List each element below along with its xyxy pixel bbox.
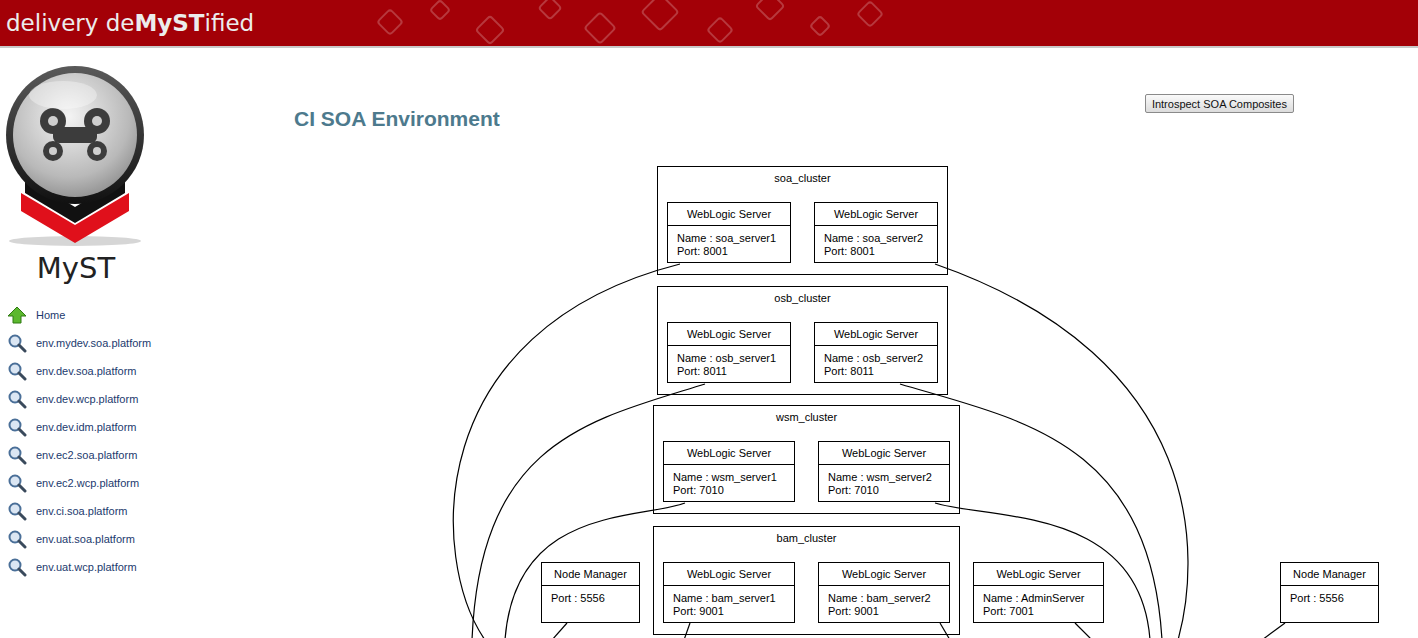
node-box: Node Manager Port : 5556 — [1280, 562, 1379, 623]
node-box: Node Manager Port : 5556 — [541, 562, 640, 623]
magnifier-icon — [7, 389, 27, 409]
sidebar-item[interactable]: env.dev.soa.platform — [0, 357, 280, 385]
cluster-name: osb_cluster — [667, 291, 938, 305]
myst-logo-icon — [3, 65, 149, 249]
sidebar-item[interactable]: env.dev.wcp.platform — [0, 385, 280, 413]
cluster: osb_cluster WebLogic Server Name : osb_ser… — [657, 286, 948, 395]
box-type: WebLogic Server — [819, 442, 949, 465]
cluster: soa_cluster WebLogic Server Name : soa_ser… — [657, 166, 948, 275]
page: delivery deMySTified MyST Homeenv.mydev.so… — [0, 0, 1418, 638]
box-line: Name : soa_server1 — [677, 232, 781, 245]
logo-label: MyST — [37, 251, 115, 285]
edge — [1262, 623, 1285, 638]
box-line: Port: 7001 — [983, 605, 1094, 618]
edge — [453, 264, 680, 638]
edge — [1075, 623, 1092, 638]
cluster-name: wsm_cluster — [663, 410, 950, 424]
diagram: soa_cluster WebLogic Server Name : soa_ser… — [280, 150, 1418, 638]
edge — [935, 503, 1150, 638]
server-box: WebLogic Server Name : wsm_server2Port: 7… — [818, 441, 950, 502]
sidebar-item[interactable]: env.ec2.wcp.platform — [0, 469, 280, 497]
brand: delivery deMySTified — [6, 10, 254, 36]
magnifier-icon — [7, 333, 27, 353]
sidebar-item[interactable]: Home — [0, 301, 280, 329]
box-type: WebLogic Server — [664, 563, 794, 586]
sidebar-nav: Homeenv.mydev.soa.platformenv.dev.soa.pl… — [0, 301, 280, 581]
box-type: WebLogic Server — [668, 203, 790, 226]
box-line: Name : wsm_server1 — [673, 471, 785, 484]
magnifier-icon — [7, 445, 27, 465]
main: CI SOA Environment Introspect SOA Composi… — [280, 48, 1418, 638]
box-line: Name : osb_server1 — [677, 352, 781, 365]
sidebar-item[interactable]: env.dev.idm.platform — [0, 413, 280, 441]
box-line: Port: 7010 — [673, 484, 785, 497]
server-box: WebLogic Server Name : soa_server2Port: 8… — [814, 202, 938, 263]
edge — [505, 503, 685, 638]
box-type: Node Manager — [542, 563, 639, 586]
cluster-name: soa_cluster — [667, 171, 938, 185]
box-line: Port : 5556 — [1290, 592, 1369, 605]
edge — [684, 623, 690, 638]
edge — [935, 264, 1188, 638]
home-arrow-icon — [7, 306, 27, 324]
cluster: wsm_cluster WebLogic Server Name : wsm_ser… — [653, 405, 960, 514]
box-line: Name : bam_server2 — [828, 592, 940, 605]
box-line: Port : 5556 — [551, 592, 630, 605]
box-line: Name : AdminServer — [983, 592, 1094, 605]
box-line: Port: 8001 — [824, 245, 928, 258]
header: delivery deMySTified — [0, 0, 1418, 48]
magnifier-icon — [7, 501, 27, 521]
server-box: WebLogic Server Name : wsm_server1Port: 7… — [663, 441, 795, 502]
box-line: Port: 8011 — [824, 365, 928, 378]
box-line: Port: 9001 — [673, 605, 785, 618]
sidebar-item[interactable]: env.mydev.soa.platform — [0, 329, 280, 357]
cluster-name: bam_cluster — [663, 531, 950, 545]
sidebar: MyST Homeenv.mydev.soa.platformenv.dev.so… — [0, 48, 280, 638]
sidebar-item[interactable]: env.ec2.soa.platform — [0, 441, 280, 469]
box-line: Port: 8011 — [677, 365, 781, 378]
sidebar-item[interactable]: env.uat.soa.platform — [0, 525, 280, 553]
box-type: Node Manager — [1281, 563, 1378, 586]
box-line: Port: 7010 — [828, 484, 940, 497]
magnifier-icon — [7, 417, 27, 437]
page-title: CI SOA Environment — [294, 107, 500, 131]
box-line: Name : bam_server1 — [673, 592, 785, 605]
box-type: WebLogic Server — [815, 323, 937, 346]
box-type: WebLogic Server — [974, 563, 1103, 586]
introspect-button[interactable]: Introspect SOA Composites — [1145, 94, 1294, 113]
server-box: WebLogic Server Name : bam_server2Port: 9… — [818, 562, 950, 623]
box-type: WebLogic Server — [668, 323, 790, 346]
box-line: Name : osb_server2 — [824, 352, 928, 365]
header-pattern-icon — [360, 0, 920, 46]
box-type: WebLogic Server — [815, 203, 937, 226]
magnifier-icon — [7, 473, 27, 493]
magnifier-icon — [7, 557, 27, 577]
box-line: Name : soa_server2 — [824, 232, 928, 245]
box-line: Name : wsm_server2 — [828, 471, 940, 484]
magnifier-icon — [7, 529, 27, 549]
sidebar-item[interactable]: env.uat.wcp.platform — [0, 553, 280, 581]
logo: MyST — [0, 65, 152, 285]
server-box: WebLogic Server Name : osb_server2Port: 8… — [814, 322, 938, 383]
box-line: Port: 9001 — [828, 605, 940, 618]
node-box: WebLogic Server Name : AdminServerPort: 7… — [973, 562, 1104, 623]
edge — [552, 623, 567, 638]
server-box: WebLogic Server Name : osb_server1Port: 8… — [667, 322, 791, 383]
box-line: Port: 8001 — [677, 245, 781, 258]
edge — [940, 623, 950, 638]
box-type: WebLogic Server — [664, 442, 794, 465]
box-type: WebLogic Server — [819, 563, 949, 586]
server-box: WebLogic Server Name : soa_server1Port: 8… — [667, 202, 791, 263]
cluster: bam_cluster WebLogic Server Name : bam_ser… — [653, 526, 960, 635]
sidebar-item[interactable]: env.ci.soa.platform — [0, 497, 280, 525]
magnifier-icon — [7, 361, 27, 381]
server-box: WebLogic Server Name : bam_server1Port: 9… — [663, 562, 795, 623]
